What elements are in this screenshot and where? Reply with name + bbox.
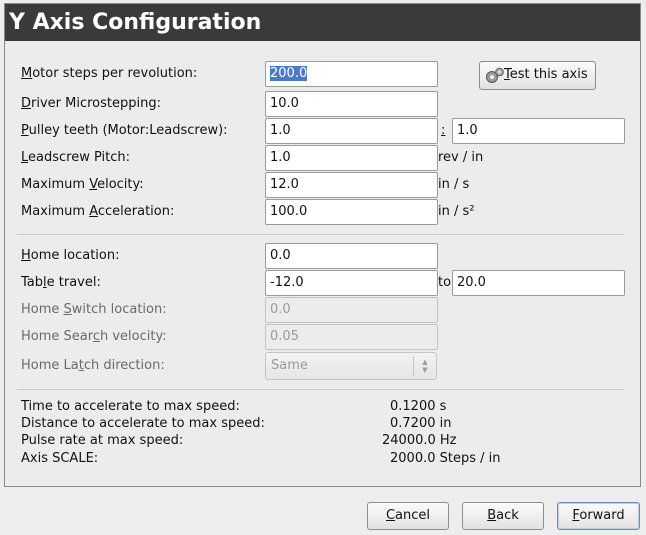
- max-accel-label: Maximum Acceleration:: [21, 204, 175, 219]
- microstepping-input[interactable]: 10.0: [265, 91, 438, 117]
- home-search-velocity-input: 0.05: [265, 324, 438, 350]
- table-travel-min-input[interactable]: -12.0: [265, 270, 438, 296]
- info-value: 24000.0 Hz: [382, 433, 457, 448]
- steps-per-rev-input[interactable]: 200.0: [265, 61, 438, 87]
- max-velocity-unit: in / s: [438, 177, 470, 192]
- pulley-motor-input[interactable]: 1.0: [265, 118, 438, 144]
- leadscrew-pitch-label: Leadscrew Pitch:: [21, 150, 131, 165]
- microstepping-label: Driver Microstepping:: [21, 96, 161, 111]
- max-velocity-input[interactable]: 12.0: [265, 172, 438, 198]
- gears-icon: [486, 67, 504, 83]
- steps-per-rev-label: Motor steps per revolution:: [21, 66, 198, 81]
- forward-button[interactable]: Forward: [557, 502, 640, 530]
- info-label: Pulse rate at max speed:: [21, 433, 184, 448]
- home-latch-direction-select: Same ▲ ▼: [265, 352, 437, 380]
- home-location-label: Home location:: [21, 248, 120, 263]
- max-accel-unit: in / s²: [438, 204, 475, 219]
- separator: [17, 234, 625, 235]
- home-latch-direction-label: Home Latch direction:: [21, 358, 165, 373]
- info-label: Axis SCALE:: [21, 451, 99, 466]
- home-switch-location-input: 0.0: [265, 297, 438, 323]
- max-accel-input[interactable]: 100.0: [265, 199, 438, 225]
- table-travel-label: Table travel:: [21, 275, 101, 290]
- info-value: 2000.0 Steps / in: [390, 451, 501, 466]
- page-title: Y Axis Configuration: [5, 4, 640, 41]
- chevron-updown-icon: ▲ ▼: [422, 358, 428, 374]
- home-switch-location-label: Home Switch location:: [21, 302, 167, 317]
- info-label: Time to accelerate to max speed:: [21, 399, 240, 414]
- info-label: Distance to accelerate to max speed:: [21, 416, 265, 431]
- info-value: 0.1200 s: [390, 399, 447, 414]
- leadscrew-pitch-input[interactable]: 1.0: [265, 145, 438, 171]
- cancel-button[interactable]: Cancel: [367, 502, 449, 530]
- separator: [17, 389, 625, 390]
- home-search-velocity-label: Home Search velocity:: [21, 329, 167, 344]
- home-location-input[interactable]: 0.0: [265, 243, 438, 269]
- table-travel-max-input[interactable]: 20.0: [452, 270, 625, 296]
- pulley-separator: :: [441, 123, 446, 138]
- pulley-leadscrew-input[interactable]: 1.0: [452, 118, 625, 144]
- leadscrew-pitch-unit: rev / in: [438, 150, 484, 165]
- back-button[interactable]: Back: [462, 502, 544, 530]
- max-velocity-label: Maximum Velocity:: [21, 177, 144, 192]
- pulley-teeth-label: Pulley teeth (Motor:Leadscrew):: [21, 123, 228, 138]
- table-travel-to-label: to: [438, 275, 452, 290]
- info-value: 0.7200 in: [390, 416, 452, 431]
- test-axis-button[interactable]: Test this axis: [479, 61, 596, 90]
